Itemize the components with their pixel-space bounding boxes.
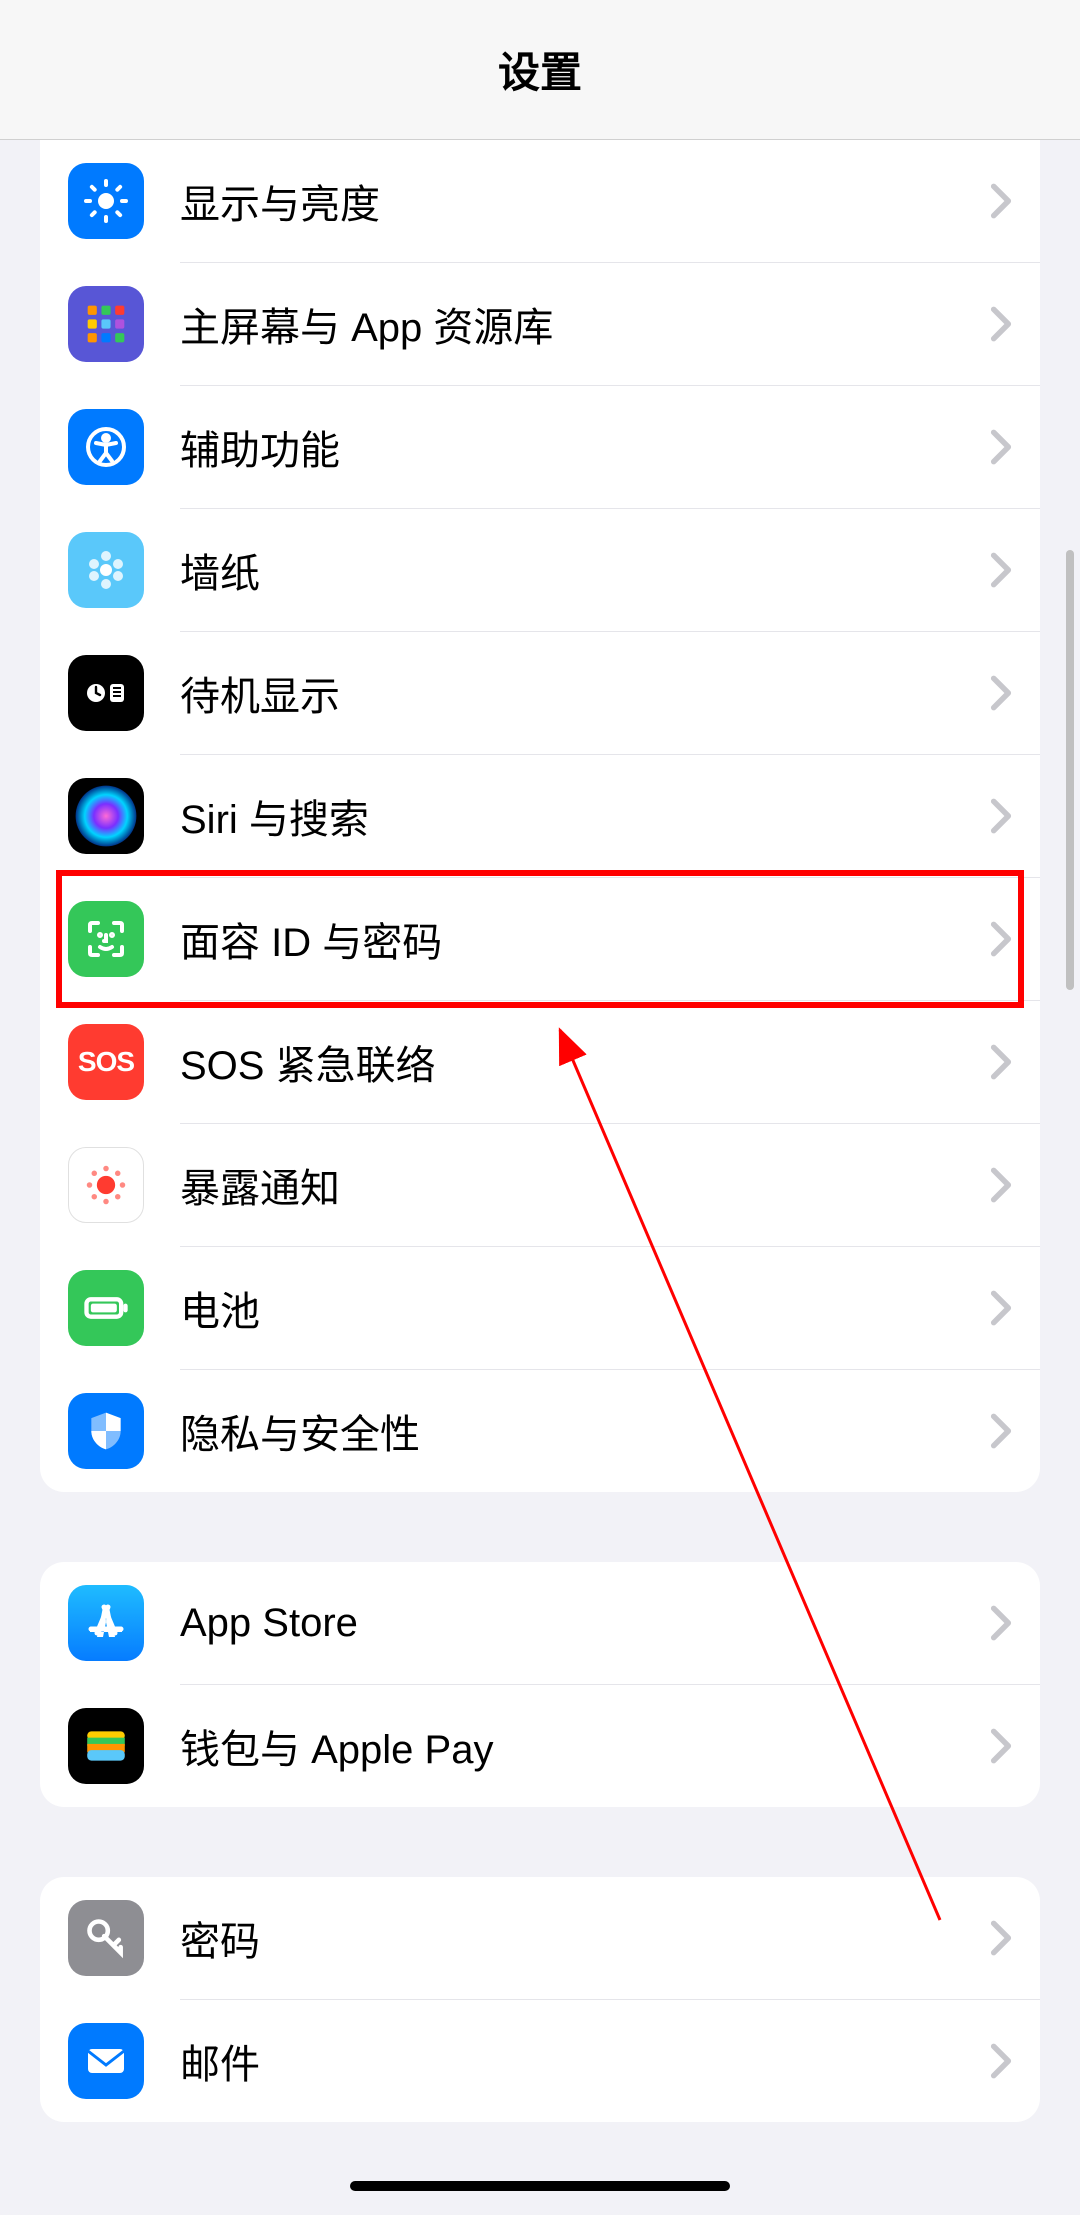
home-apps-icon: [68, 286, 144, 362]
siri-icon: [68, 778, 144, 854]
exposure-icon: [68, 1147, 144, 1223]
settings-row-wallet[interactable]: 钱包与 Apple Pay: [40, 1685, 1040, 1807]
chevron-right-icon: [990, 1043, 1012, 1081]
sos-icon: SOS: [68, 1024, 144, 1100]
key-icon: [68, 1900, 144, 1976]
settings-label: 钱包与 Apple Pay: [180, 1717, 990, 1775]
settings-row-standby[interactable]: 待机显示: [40, 632, 1040, 754]
settings-row-faceid[interactable]: 面容 ID 与密码: [40, 878, 1040, 1000]
header-bar: 设置: [0, 0, 1080, 140]
settings-row-siri[interactable]: Siri 与搜索: [40, 755, 1040, 877]
home-indicator[interactable]: [350, 2181, 730, 2191]
settings-group-1: 显示与亮度 主屏幕与 App 资源库 辅助功能 墙纸: [40, 140, 1040, 1492]
settings-group-2: App Store 钱包与 Apple Pay: [40, 1562, 1040, 1807]
settings-row-passwords[interactable]: 密码: [40, 1877, 1040, 1999]
standby-icon: [68, 655, 144, 731]
chevron-right-icon: [990, 1604, 1012, 1642]
settings-label: 墙纸: [180, 541, 990, 599]
settings-label: 待机显示: [180, 664, 990, 722]
settings-row-appstore[interactable]: App Store: [40, 1562, 1040, 1684]
settings-row-wallpaper[interactable]: 墙纸: [40, 509, 1040, 631]
chevron-right-icon: [990, 551, 1012, 589]
scrollbar[interactable]: [1066, 550, 1074, 990]
settings-label: Siri 与搜索: [180, 787, 990, 845]
chevron-right-icon: [990, 1919, 1012, 1957]
settings-label: App Store: [180, 1601, 990, 1646]
settings-row-accessibility[interactable]: 辅助功能: [40, 386, 1040, 508]
settings-content: 显示与亮度 主屏幕与 App 资源库 辅助功能 墙纸: [0, 140, 1080, 2122]
privacy-icon: [68, 1393, 144, 1469]
settings-row-exposure[interactable]: 暴露通知: [40, 1124, 1040, 1246]
chevron-right-icon: [990, 1289, 1012, 1327]
accessibility-icon: [68, 409, 144, 485]
settings-label: 面容 ID 与密码: [180, 910, 990, 968]
mail-icon: [68, 2023, 144, 2099]
chevron-right-icon: [990, 1166, 1012, 1204]
settings-label: 隐私与安全性: [180, 1402, 990, 1460]
settings-label: 暴露通知: [180, 1156, 990, 1214]
chevron-right-icon: [990, 920, 1012, 958]
settings-row-home-screen[interactable]: 主屏幕与 App 资源库: [40, 263, 1040, 385]
settings-row-privacy[interactable]: 隐私与安全性: [40, 1370, 1040, 1492]
settings-label: 密码: [180, 1909, 990, 1967]
settings-row-sos[interactable]: SOS SOS 紧急联络: [40, 1001, 1040, 1123]
chevron-right-icon: [990, 674, 1012, 712]
settings-row-mail[interactable]: 邮件: [40, 2000, 1040, 2122]
chevron-right-icon: [990, 797, 1012, 835]
wallpaper-icon: [68, 532, 144, 608]
settings-label: 电池: [180, 1279, 990, 1337]
settings-row-battery[interactable]: 电池: [40, 1247, 1040, 1369]
chevron-right-icon: [990, 428, 1012, 466]
appstore-icon: [68, 1585, 144, 1661]
chevron-right-icon: [990, 2042, 1012, 2080]
faceid-icon: [68, 901, 144, 977]
settings-group-3: 密码 邮件: [40, 1877, 1040, 2122]
chevron-right-icon: [990, 1412, 1012, 1450]
settings-label: 显示与亮度: [180, 172, 990, 230]
battery-icon: [68, 1270, 144, 1346]
settings-row-display[interactable]: 显示与亮度: [40, 140, 1040, 262]
settings-label: 邮件: [180, 2032, 990, 2090]
settings-label: SOS 紧急联络: [180, 1033, 990, 1091]
wallet-icon: [68, 1708, 144, 1784]
brightness-icon: [68, 163, 144, 239]
chevron-right-icon: [990, 182, 1012, 220]
settings-label: 主屏幕与 App 资源库: [180, 295, 990, 353]
chevron-right-icon: [990, 1727, 1012, 1765]
page-title: 设置: [498, 39, 582, 100]
settings-label: 辅助功能: [180, 418, 990, 476]
chevron-right-icon: [990, 305, 1012, 343]
